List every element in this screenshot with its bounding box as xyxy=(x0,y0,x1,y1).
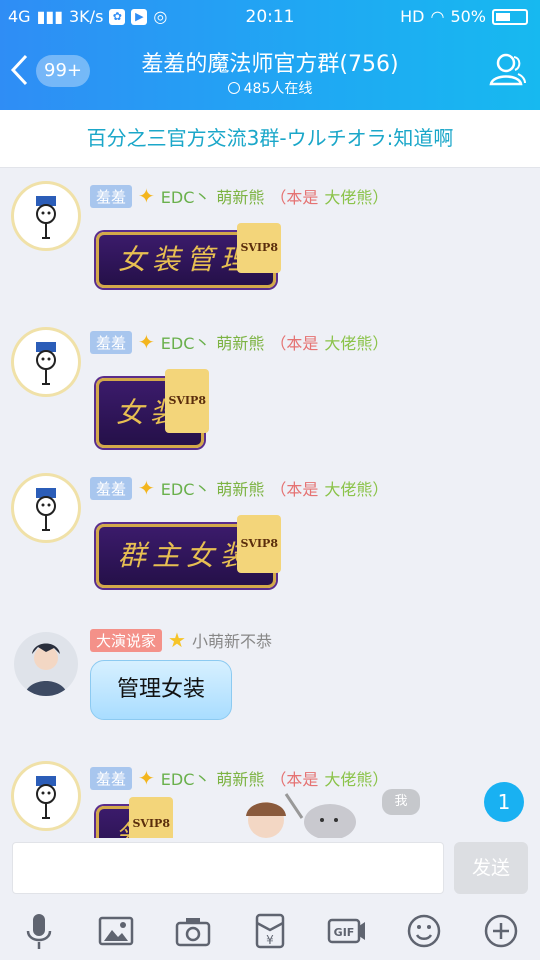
avatar[interactable] xyxy=(14,184,78,248)
sender-name-part[interactable]: （本是 xyxy=(270,330,318,354)
status-bar: 4G ▮▮▮ 3K/s ✿ ▶ ◎ 20:11 HD ◠ 50% xyxy=(0,0,540,34)
avatar[interactable] xyxy=(14,330,78,394)
gif-button[interactable]: GIF xyxy=(327,911,367,951)
hd-label: HD xyxy=(400,7,425,26)
message-item: 羞羞 ✦ EDC丶 萌新熊 （本是 大佬熊） 女装管理 SVIP8 xyxy=(0,176,540,316)
sender-row: 羞羞 ✦ EDC丶 萌新熊 （本是 大佬熊） xyxy=(90,330,388,354)
sticker-text: 群主女装 xyxy=(117,539,254,572)
image-icon xyxy=(98,916,133,946)
message-input[interactable] xyxy=(12,842,444,894)
voice-button[interactable] xyxy=(19,911,59,951)
sender-name-part[interactable]: 大佬熊） xyxy=(324,330,388,354)
member-title-tag: 大演说家 xyxy=(90,628,163,652)
member-title-tag: 羞羞 xyxy=(90,184,133,208)
group-members-button[interactable] xyxy=(488,50,528,90)
svip-badge: SVIP8 xyxy=(165,369,209,433)
sender-name-part[interactable]: EDC丶 xyxy=(161,766,211,790)
sender-row: 大演说家 ★ 小萌新不恭 xyxy=(90,628,272,652)
text-message-bubble[interactable]: 管理女装 xyxy=(90,660,233,720)
sticker-message[interactable]: 女装 SVIP8 xyxy=(96,369,209,448)
message-item: 羞羞 ✦ EDC丶 萌新熊 （本是 大佬熊） 女装 SVIP8 xyxy=(0,322,540,462)
svip-badge: SVIP8 xyxy=(129,797,173,838)
sender-name[interactable]: 小萌新不恭 xyxy=(192,628,272,652)
sender-name-part[interactable]: （本是 xyxy=(270,184,318,208)
avatar[interactable] xyxy=(14,764,78,828)
plus-icon xyxy=(485,914,518,948)
camera-icon xyxy=(175,918,211,947)
sender-name-part[interactable]: 大佬熊） xyxy=(324,184,388,208)
wifi-icon: ◠ xyxy=(430,7,445,26)
sender-name-part[interactable]: EDC丶 xyxy=(161,476,211,500)
svg-text:GIF: GIF xyxy=(334,926,355,939)
online-count: 485人在线 xyxy=(0,78,540,98)
group-members-icon xyxy=(489,53,526,86)
level-star-icon: ✦ xyxy=(138,184,155,208)
member-title-tag: 羞羞 xyxy=(90,476,133,500)
sender-name-part[interactable]: 萌新熊 xyxy=(216,766,264,790)
header-bar: 4G ▮▮▮ 3K/s ✿ ▶ ◎ 20:11 HD ◠ 50% 99+ 羞羞的… xyxy=(0,0,540,110)
sender-row: 羞羞 ✦ EDC丶 萌新熊 （本是 大佬熊） xyxy=(90,476,388,500)
image-button[interactable] xyxy=(96,911,136,951)
avatar[interactable] xyxy=(14,632,78,696)
level-star-icon: ✦ xyxy=(138,766,155,790)
user-portrait-icon xyxy=(24,643,68,696)
battery-percent: 50% xyxy=(450,7,486,26)
sender-name-part[interactable]: 大佬熊） xyxy=(324,476,388,500)
sender-name-part[interactable]: 萌新熊 xyxy=(216,476,264,500)
gif-icon: GIF xyxy=(327,918,366,944)
sender-name-part[interactable]: 萌新熊 xyxy=(216,184,264,208)
level-star-icon: ✦ xyxy=(138,330,155,354)
input-bar: 发送 ¥ GIF xyxy=(0,838,540,960)
penguin-avatar-icon xyxy=(36,196,56,239)
level-star-icon: ★ xyxy=(168,628,186,652)
svip-badge: SVIP8 xyxy=(237,223,281,273)
member-title-tag: 羞羞 xyxy=(90,330,133,354)
penguin-avatar-icon xyxy=(36,488,56,531)
penguin-avatar-icon xyxy=(36,342,56,385)
svip-badge: SVIP8 xyxy=(237,515,281,573)
sender-name-part[interactable]: EDC丶 xyxy=(161,184,211,208)
level-star-icon: ✦ xyxy=(138,476,155,500)
sender-name-part[interactable]: 大佬熊） xyxy=(324,766,388,790)
emoji-button[interactable] xyxy=(404,911,444,951)
online-count-text: 485人在线 xyxy=(243,81,313,97)
sticker-message[interactable]: 女装管理 SVIP8 xyxy=(96,223,281,288)
sticker-message[interactable]: 群主女装 SVIP8 xyxy=(96,515,281,588)
online-icon xyxy=(227,82,240,94)
microphone-icon xyxy=(26,914,51,949)
chat-title: 羞羞的魔法师官方群(756) xyxy=(141,52,399,77)
sticker-message[interactable]: 领 SVIP8 xyxy=(96,797,173,838)
group-announcement-banner[interactable]: 百分之三官方交流3群-ウルチオラ:知道啊 xyxy=(0,110,540,168)
emoji-icon xyxy=(408,914,441,948)
red-packet-button[interactable]: ¥ xyxy=(250,911,290,951)
sticker-text: 女装管理 xyxy=(117,243,254,276)
new-message-count[interactable]: 1 xyxy=(484,782,524,822)
message-item: 大演说家 ★ 小萌新不恭 管理女装 xyxy=(0,620,540,750)
svg-text:¥: ¥ xyxy=(266,933,274,947)
message-item: 羞羞 ✦ EDC丶 萌新熊 （本是 大佬熊） 群主女装 SVIP8 xyxy=(0,468,540,608)
battery-icon xyxy=(492,8,528,25)
sender-name-part[interactable]: （本是 xyxy=(270,766,318,790)
sender-name-part[interactable]: （本是 xyxy=(270,476,318,500)
sender-row: 羞羞 ✦ EDC丶 萌新熊 （本是 大佬熊） xyxy=(90,766,388,790)
member-title-tag: 羞羞 xyxy=(90,766,133,790)
sender-name-part[interactable]: 萌新熊 xyxy=(216,330,264,354)
red-packet-icon: ¥ xyxy=(255,913,285,949)
message-item: 羞羞 ✦ EDC丶 萌新熊 （本是 大佬熊） 领 SVIP8 xyxy=(0,752,540,838)
avatar[interactable] xyxy=(14,476,78,540)
input-toolbar: ¥ GIF xyxy=(0,902,540,960)
me-label[interactable]: 我 xyxy=(382,789,420,815)
penguin-avatar-icon xyxy=(36,776,56,819)
sender-name-part[interactable]: EDC丶 xyxy=(161,330,211,354)
send-button[interactable]: 发送 xyxy=(454,842,528,894)
more-button[interactable] xyxy=(481,911,521,951)
floating-mascot-icon xyxy=(246,793,356,838)
sender-row: 羞羞 ✦ EDC丶 萌新熊 （本是 大佬熊） xyxy=(90,184,388,208)
camera-button[interactable] xyxy=(173,911,213,951)
